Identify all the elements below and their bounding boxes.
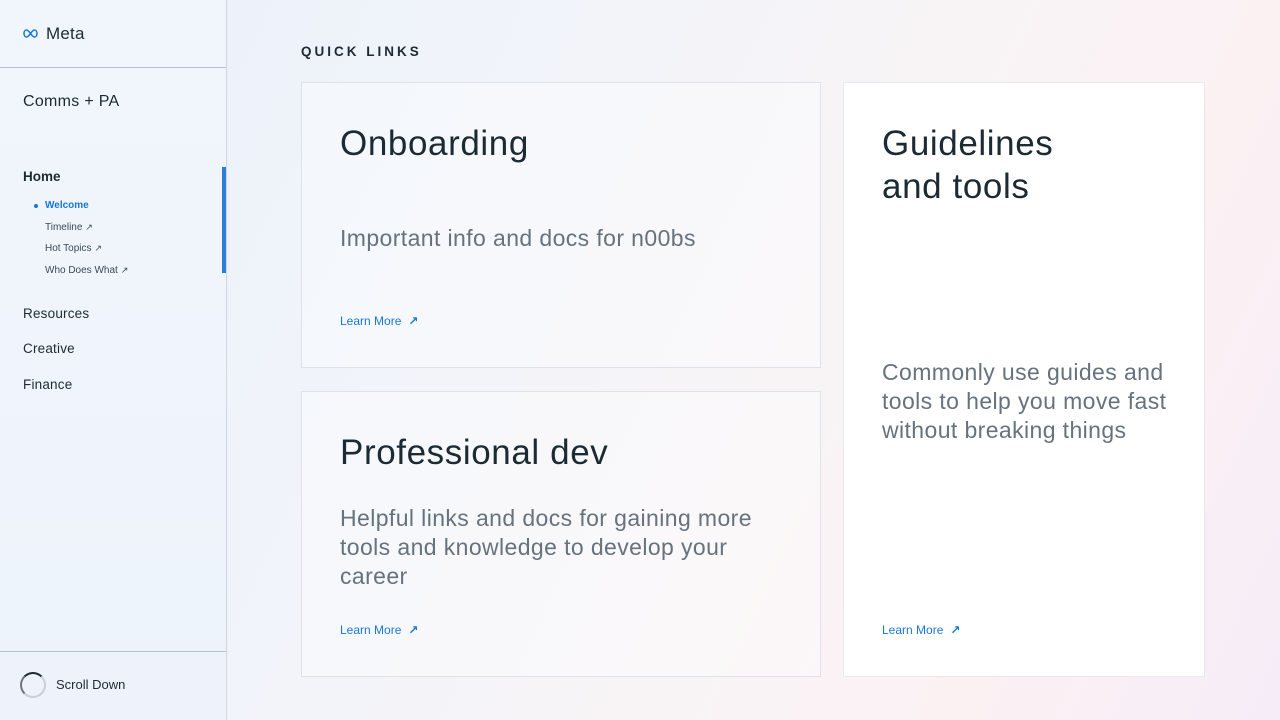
section-title: Comms + PA xyxy=(23,93,120,110)
arrow-up-right-icon: ↗ xyxy=(120,264,129,275)
card-onboarding[interactable]: Onboarding Important info and docs for n… xyxy=(301,82,821,368)
subnav-item-who-does-what[interactable]: Who Does What ↗ xyxy=(45,260,128,282)
learn-more-label: Learn More xyxy=(340,314,402,328)
scroll-down-button[interactable]: Scroll Down xyxy=(0,651,226,720)
arrow-up-right-icon: ↗ xyxy=(85,221,93,232)
meta-infinity-icon xyxy=(23,29,38,38)
card-title: Professional dev xyxy=(340,433,609,472)
nav-item-creative[interactable]: Creative xyxy=(23,339,89,374)
nav-item-finance[interactable]: Finance xyxy=(23,375,89,410)
card-description: Helpful links and docs for gaining more … xyxy=(340,505,752,589)
subnav-item-timeline[interactable]: Timeline ↗ xyxy=(45,217,128,239)
nav-item-resources[interactable]: Resources xyxy=(23,304,89,339)
main-nav-list: Resources Creative Finance xyxy=(23,304,89,410)
card-professional-dev[interactable]: Professional dev Helpful links and docs … xyxy=(301,391,821,677)
arrow-up-right-icon: ↗ xyxy=(408,314,419,328)
subnav-item-label: Timeline xyxy=(45,221,83,233)
nav-item-home[interactable]: Home xyxy=(23,169,61,184)
arrow-up-right-icon: ↗ xyxy=(950,623,961,637)
subnav-item-label: Hot Topics xyxy=(45,243,92,255)
arrow-up-right-icon: ↗ xyxy=(94,243,103,254)
subnav-item-hot-topics[interactable]: Hot Topics ↗ xyxy=(45,238,128,260)
learn-more-label: Learn More xyxy=(882,623,944,637)
sidebar: Meta Comms + PA Home Welcome Timeline ↗ … xyxy=(0,0,227,720)
learn-more-link[interactable]: Learn More ↗ xyxy=(340,314,418,328)
subnav-item-label: Welcome xyxy=(45,200,89,212)
learn-more-link[interactable]: Learn More ↗ xyxy=(340,623,418,637)
card-guidelines-tools[interactable]: Guidelines and tools Commonly use guides… xyxy=(843,82,1205,677)
subnav-item-welcome[interactable]: Welcome xyxy=(34,195,128,217)
subnav-item-label: Who Does What xyxy=(45,264,118,276)
active-indicator xyxy=(222,167,226,273)
card-title: Guidelines and tools xyxy=(882,124,1054,206)
logo-text: Meta xyxy=(46,23,85,43)
active-bullet-icon xyxy=(34,203,38,208)
arrow-up-right-icon: ↗ xyxy=(408,623,419,637)
card-description: Commonly use guides and tools to help yo… xyxy=(882,359,1167,443)
card-title: Onboarding xyxy=(340,124,529,163)
spinner-icon xyxy=(20,671,46,698)
learn-more-label: Learn More xyxy=(340,623,402,637)
logo[interactable]: Meta xyxy=(0,0,226,68)
quick-links-heading: QUICK LINKS xyxy=(301,44,422,59)
scroll-down-label: Scroll Down xyxy=(56,677,126,692)
card-description: Important info and docs for n00bs xyxy=(340,225,696,251)
learn-more-link[interactable]: Learn More ↗ xyxy=(882,623,960,637)
subnav-list: Welcome Timeline ↗ Hot Topics ↗ Who Does… xyxy=(34,195,128,282)
